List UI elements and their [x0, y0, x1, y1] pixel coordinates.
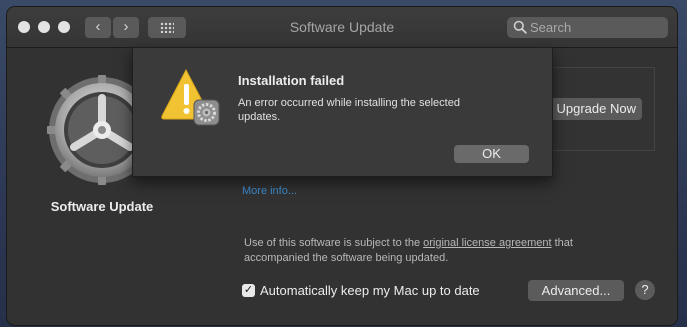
more-info-link[interactable]: More info...	[242, 185, 297, 197]
app-label: Software Update	[50, 199, 154, 214]
help-button[interactable]: ?	[635, 280, 655, 300]
ok-button[interactable]: OK	[454, 145, 529, 163]
installation-failed-dialog: Installation failed An error occurred wh…	[132, 47, 553, 177]
license-agreement-link[interactable]: original license agreement	[423, 237, 551, 249]
search-input[interactable]	[530, 18, 660, 37]
dialog-title: Installation failed	[238, 73, 345, 88]
search-field[interactable]	[507, 17, 668, 38]
license-prefix: Use of this software is subject to the	[244, 237, 424, 249]
search-icon	[513, 20, 527, 34]
auto-update-checkbox[interactable]: ✓	[242, 284, 255, 297]
auto-update-label[interactable]: Automatically keep my Mac up to date	[260, 283, 480, 298]
advanced-button[interactable]: Advanced...	[528, 280, 624, 301]
system-preferences-window: ‹ › Software Update Search Software Upda…	[7, 7, 677, 325]
warning-triangle-icon	[161, 68, 220, 126]
dialog-message: An error occurred while installing the s…	[238, 97, 460, 123]
title-bar: ‹ › Software Update	[7, 7, 677, 48]
license-text: Use of this software is subject to the o…	[244, 236, 624, 266]
